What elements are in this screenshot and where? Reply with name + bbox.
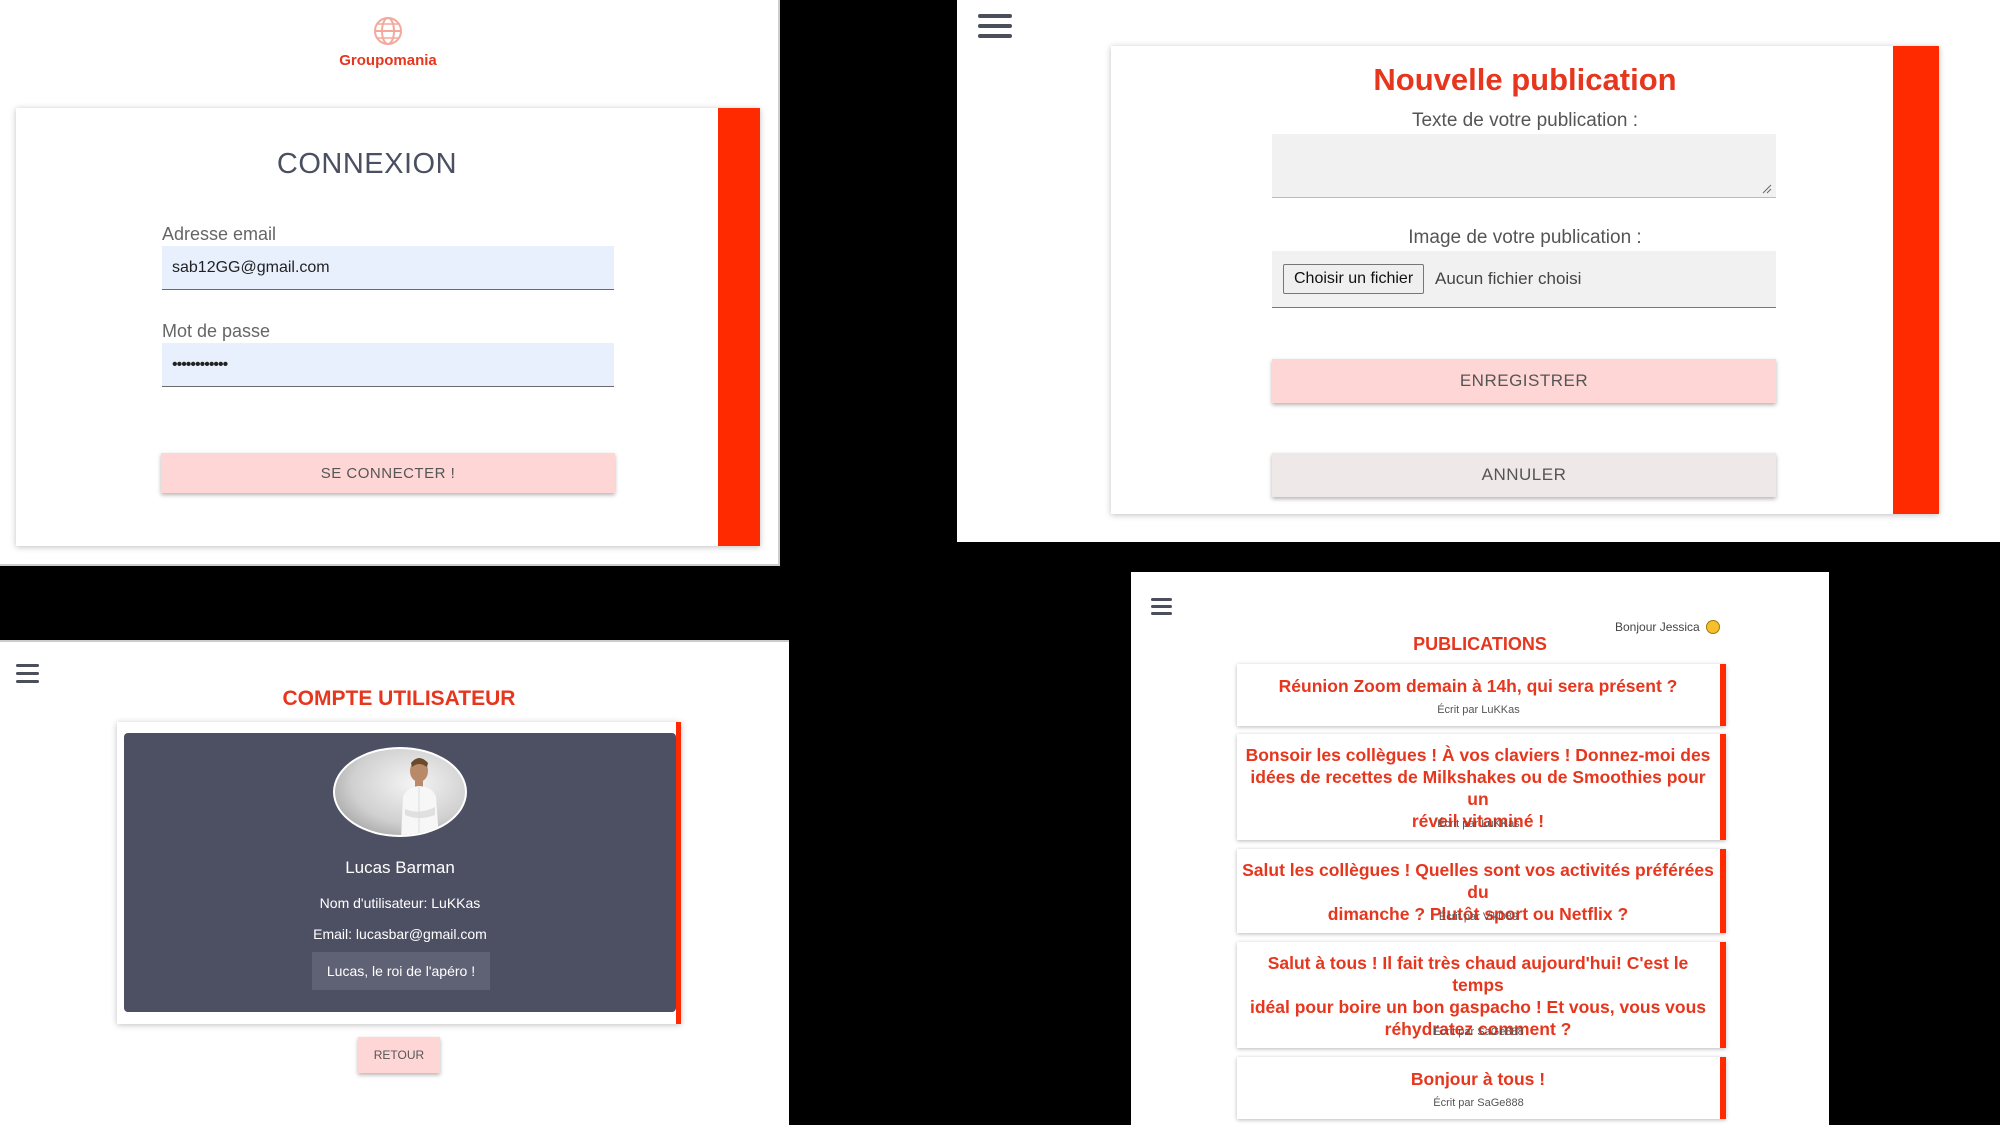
login-panel: Groupomania CONNEXION Adresse email Mot … — [0, 0, 780, 566]
post-text-input[interactable] — [1272, 134, 1776, 198]
post-title: Bonjour à tous ! — [1410, 1069, 1546, 1089]
password-label: Mot de passe — [162, 321, 271, 341]
username-text: Nom d'utilisateur: LuKKas — [319, 895, 481, 911]
accent-stripe — [718, 108, 760, 546]
login-button[interactable]: SE CONNECTER ! — [161, 453, 615, 493]
post-card[interactable]: Bonjour à tous ! Écrit par SaGe888 — [1237, 1057, 1726, 1119]
post-author: Écrit par LuKKas — [1437, 704, 1520, 716]
post-author: Écrit par LuKKas — [1437, 818, 1520, 830]
post-card[interactable]: Bonsoir les collègues ! À vos claviers !… — [1237, 734, 1726, 840]
logo-text: Groupomania — [339, 52, 437, 69]
cancel-button[interactable]: ANNULER — [1272, 453, 1776, 497]
post-card[interactable]: Salut à tous ! Il fait très chaud aujour… — [1237, 942, 1726, 1048]
page-title: Nouvelle publication — [1373, 62, 1677, 97]
accent-stripe — [1720, 734, 1726, 840]
menu-icon[interactable] — [16, 664, 39, 683]
image-label: Image de votre publication : — [1408, 227, 1642, 248]
menu-icon[interactable] — [1151, 598, 1172, 615]
save-button[interactable]: ENREGISTRER — [1272, 359, 1776, 403]
post-author: Écrit par VikD89 — [1438, 911, 1519, 923]
post-author: Écrit par SaGe888 — [1433, 1026, 1524, 1038]
page-title: CONNEXION — [276, 148, 458, 180]
greeting-text: Bonjour Jessica — [1615, 620, 1700, 634]
new-post-card: Nouvelle publication Texte de votre publ… — [1111, 46, 1939, 514]
new-post-panel: Nouvelle publication Texte de votre publ… — [957, 0, 2000, 542]
profile-card: Lucas Barman Nom d'utilisateur: LuKKas E… — [117, 722, 681, 1024]
accent-stripe — [1720, 1057, 1726, 1119]
bio-text: Lucas, le roi de l'apéro ! — [312, 952, 490, 990]
post-author: Écrit par SaGe888 — [1433, 1097, 1524, 1109]
email-field[interactable] — [162, 246, 614, 290]
accent-stripe — [676, 722, 681, 1024]
page-title: COMPTE UTILISATEUR — [282, 687, 516, 710]
publications-panel: Bonjour Jessica PUBLICATIONS Réunion Zoo… — [1131, 572, 1829, 1125]
password-field[interactable] — [162, 343, 614, 387]
account-panel: COMPTE UTILISATEUR Lucas Barman Nom d'ut… — [0, 640, 789, 1125]
text-label: Texte de votre publication : — [1411, 110, 1639, 131]
file-input[interactable]: Choisir un fichier Aucun fichier choisi — [1272, 251, 1776, 308]
post-title: Réunion Zoom demain à 14h, qui sera prés… — [1278, 676, 1678, 696]
menu-icon[interactable] — [978, 14, 1012, 38]
profile-panel: Lucas Barman Nom d'utilisateur: LuKKas E… — [124, 733, 676, 1012]
accent-stripe — [1720, 942, 1726, 1048]
email-label: Adresse email — [162, 224, 277, 244]
page-title: PUBLICATIONS — [1413, 634, 1547, 654]
post-card[interactable]: Salut les collègues ! Quelles sont vos a… — [1237, 849, 1726, 933]
avatar — [333, 747, 467, 837]
logo: Groupomania — [300, 14, 476, 69]
login-card: CONNEXION Adresse email Mot de passe SE … — [16, 108, 760, 546]
smiley-icon — [1706, 620, 1721, 634]
greeting: Bonjour Jessica — [1615, 620, 1721, 634]
user-name: Lucas Barman — [345, 858, 455, 877]
post-card[interactable]: Réunion Zoom demain à 14h, qui sera prés… — [1237, 664, 1726, 726]
email-text: Email: lucasbar@gmail.com — [313, 926, 487, 942]
accent-stripe — [1720, 849, 1726, 933]
file-status: Aucun fichier choisi — [1435, 269, 1582, 288]
choose-file-button[interactable]: Choisir un fichier — [1283, 264, 1425, 294]
back-button[interactable]: RETOUR — [358, 1037, 440, 1073]
accent-stripe — [1720, 664, 1726, 726]
globe-icon — [374, 17, 402, 45]
resize-handle-icon[interactable] — [1762, 184, 1772, 194]
